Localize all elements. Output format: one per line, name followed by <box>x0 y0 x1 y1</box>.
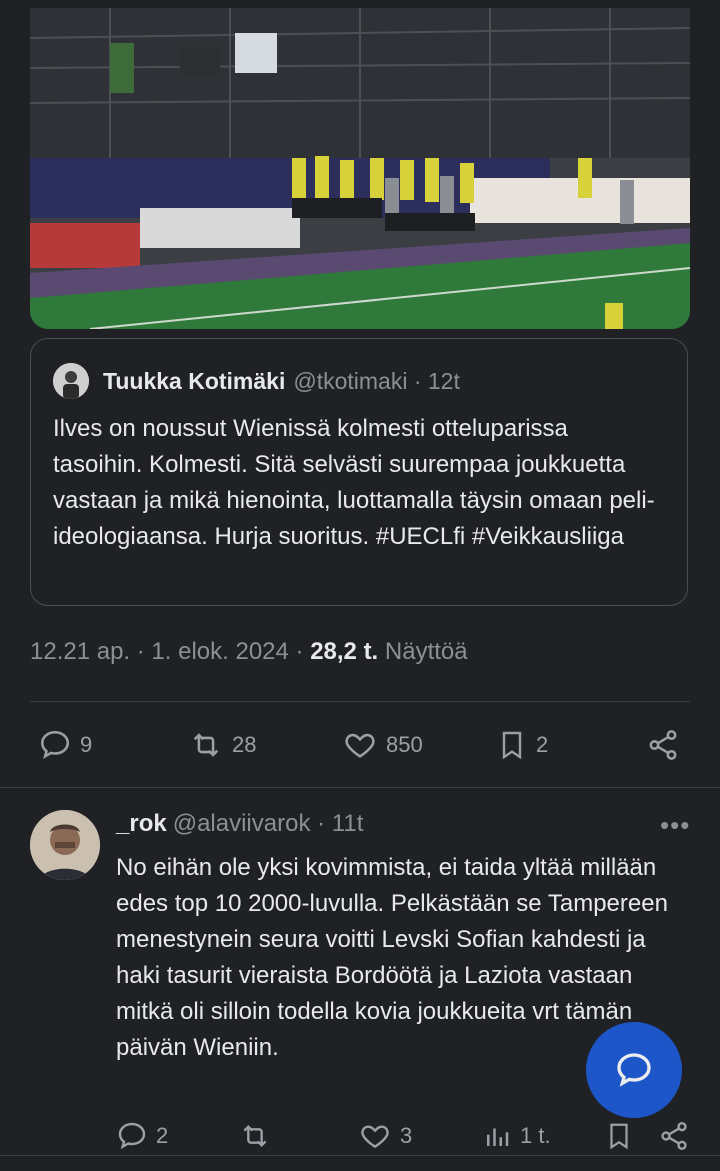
divider <box>0 1155 720 1156</box>
repost-count: 28 <box>232 732 257 757</box>
reply-repost-button[interactable] <box>238 1120 280 1152</box>
reply-icon <box>118 1122 146 1150</box>
reply-like-count: 3 <box>400 1123 413 1148</box>
compose-reply-button[interactable] <box>586 1022 682 1118</box>
divider <box>0 787 720 788</box>
reply-view-count: 1 t. <box>520 1123 551 1148</box>
heart-icon <box>361 1125 389 1149</box>
view-label: Näyttöä <box>378 638 468 665</box>
reply-views-button[interactable]: 1 t. <box>482 1120 551 1152</box>
tweet-media-image[interactable] <box>30 8 690 329</box>
reply-author-avatar[interactable] <box>30 810 100 880</box>
reply-button[interactable]: 9 <box>38 728 92 762</box>
repost-button[interactable]: 28 <box>188 728 256 762</box>
bookmark-button[interactable]: 2 <box>496 728 548 762</box>
view-count: 28,2 t. <box>310 638 379 665</box>
bookmark-icon <box>610 1123 628 1150</box>
reply-header: _rok @alaviivarok · 11t <box>116 810 363 838</box>
repost-icon <box>243 1124 267 1148</box>
reply-author-handle: @alaviivarok · 11t <box>172 810 364 837</box>
analytics-icon <box>487 1128 509 1146</box>
quoted-tweet-text: Ilves on noussut Wienissä kolmesti ottel… <box>53 415 655 550</box>
tweet-timestamp[interactable]: 12.21 ap. · 1. elok. 2024 · <box>30 638 310 665</box>
share-icon <box>661 1122 687 1150</box>
quoted-tweet-header: Tuukka Kotimäki @tkotimaki · 12t <box>53 363 460 399</box>
quoted-author-name[interactable]: Tuukka Kotimäki <box>103 368 285 395</box>
share-icon <box>649 730 677 760</box>
more-options-button[interactable]: ••• <box>660 810 690 841</box>
reply-bookmark-button[interactable] <box>604 1120 642 1152</box>
quoted-author-avatar[interactable] <box>53 363 89 399</box>
quoted-tweet-card[interactable]: Tuukka Kotimäki @tkotimaki · 12t Ilves o… <box>30 338 688 606</box>
reply-author-name[interactable]: _rok <box>116 810 167 837</box>
tweet-meta: 12.21 ap. · 1. elok. 2024 · 28,2 t. Näyt… <box>30 638 468 666</box>
reply-like-button[interactable]: 3 <box>358 1120 412 1152</box>
like-button[interactable]: 850 <box>342 728 423 762</box>
quoted-author-handle: @tkotimaki · 12t <box>293 367 460 394</box>
repost-icon <box>193 733 219 757</box>
bookmark-count: 2 <box>536 732 549 757</box>
bookmark-icon <box>502 731 522 760</box>
reply-reply-button[interactable]: 2 <box>116 1120 168 1152</box>
reply-text: No eihän ole yksi kovimmista, ei taida y… <box>116 854 668 1061</box>
heart-icon <box>345 733 375 758</box>
chat-bubble-icon <box>617 1053 651 1087</box>
reply-share-button[interactable] <box>658 1120 698 1152</box>
share-button[interactable] <box>646 728 688 762</box>
reply-count: 9 <box>80 732 93 757</box>
reply-icon <box>40 730 70 759</box>
divider <box>30 701 690 702</box>
reply-reply-count: 2 <box>156 1123 169 1148</box>
like-count: 850 <box>386 732 423 757</box>
